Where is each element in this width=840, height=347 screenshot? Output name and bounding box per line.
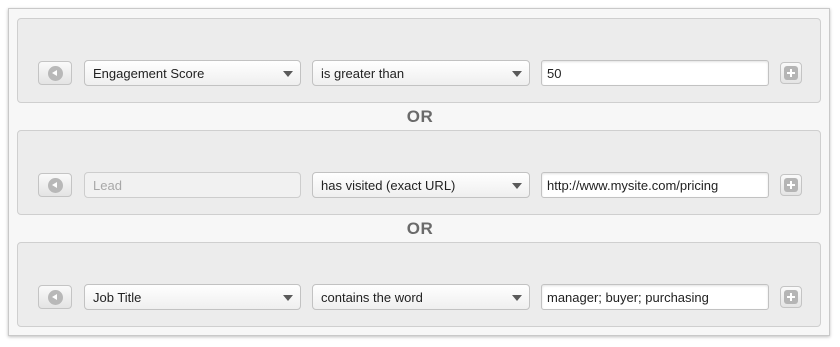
remove-rule-button[interactable]: [38, 61, 72, 85]
field-select-disabled: Lead: [84, 172, 301, 198]
value-input[interactable]: http://www.mysite.com/pricing: [541, 172, 769, 198]
add-rule-icon: [784, 178, 798, 192]
remove-rule-button[interactable]: [38, 285, 72, 309]
operator-select[interactable]: is greater than: [312, 60, 530, 86]
operator-select[interactable]: contains the word: [312, 284, 530, 310]
value-input-text: 50: [547, 66, 562, 81]
field-select-value: Job Title: [93, 290, 142, 305]
add-rule-button[interactable]: [780, 174, 802, 196]
chevron-down-icon: [283, 71, 293, 77]
chevron-down-icon: [512, 71, 522, 77]
add-rule-icon: [784, 66, 798, 80]
rule-group: Lead has visited (exact URL) http://www.…: [17, 130, 821, 215]
field-select-value: Engagement Score: [93, 66, 205, 81]
or-separator: OR: [406, 107, 434, 126]
value-input-text: manager; buyer; purchasing: [547, 290, 709, 305]
chevron-down-icon: [512, 183, 522, 189]
remove-rule-icon: [48, 290, 63, 305]
remove-rule-icon: [48, 178, 63, 193]
field-select-value: Lead: [93, 178, 122, 193]
value-input[interactable]: 50: [541, 60, 769, 86]
field-select[interactable]: Job Title: [84, 284, 301, 310]
operator-select-value: has visited (exact URL): [321, 178, 456, 193]
add-rule-icon: [784, 290, 798, 304]
value-input[interactable]: manager; buyer; purchasing: [541, 284, 769, 310]
operator-select-value: contains the word: [321, 290, 423, 305]
operator-select[interactable]: has visited (exact URL): [312, 172, 530, 198]
filter-rules-panel: Engagement Score is greater than 50 OR L…: [8, 8, 830, 336]
rule-group: Job Title contains the word manager; buy…: [17, 242, 821, 327]
rule-group: Engagement Score is greater than 50: [17, 18, 821, 103]
field-select[interactable]: Engagement Score: [84, 60, 301, 86]
remove-rule-button[interactable]: [38, 173, 72, 197]
chevron-down-icon: [512, 295, 522, 301]
operator-select-value: is greater than: [321, 66, 405, 81]
add-rule-button[interactable]: [780, 62, 802, 84]
remove-rule-icon: [48, 66, 63, 81]
or-separator: OR: [406, 219, 434, 238]
chevron-down-icon: [283, 295, 293, 301]
value-input-text: http://www.mysite.com/pricing: [547, 178, 719, 193]
add-rule-button[interactable]: [780, 286, 802, 308]
